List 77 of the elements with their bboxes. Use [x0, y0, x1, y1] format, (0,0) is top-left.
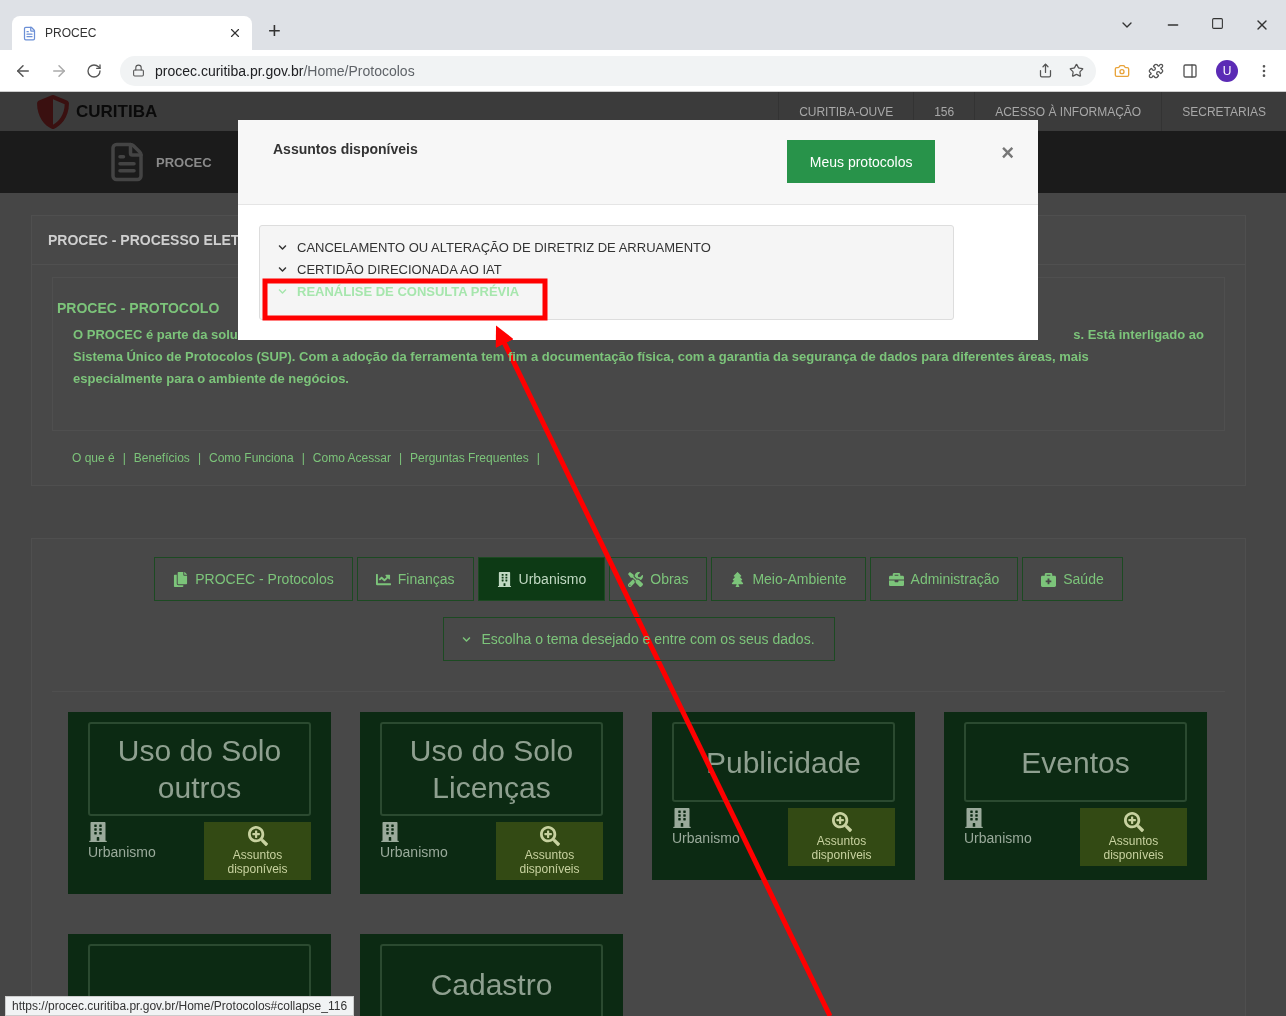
intro-text: especialmente para o ambiente de negócios.	[73, 371, 349, 386]
modal-title: Assuntos disponíveis	[273, 141, 418, 157]
card-title: Uso do Solo Licenças	[380, 722, 603, 816]
star-icon[interactable]	[1069, 63, 1084, 78]
intro-heading: PROCEC - PROTOCOLO	[57, 300, 221, 316]
intro-text: O PROCEC é parte da solu	[73, 326, 238, 344]
maximize-icon[interactable]	[1211, 17, 1224, 30]
side-panel-icon[interactable]	[1182, 62, 1198, 79]
subjects-button[interactable]: Assuntos disponíveis	[496, 822, 603, 880]
reload-icon[interactable]	[86, 62, 102, 79]
link-separator: |	[398, 451, 402, 465]
category-tab[interactable]: Obras	[609, 557, 708, 601]
new-tab-button[interactable]: +	[260, 18, 289, 44]
tools-icon	[628, 571, 644, 587]
extensions-icon[interactable]	[1148, 62, 1164, 79]
briefcase-icon	[888, 571, 904, 587]
subject-item[interactable]: CERTIDÃO DIRECIONADA AO IAT	[278, 262, 935, 277]
building-icon	[672, 808, 692, 828]
info-link[interactable]: Como Funciona	[209, 451, 294, 465]
card-category: Urbanismo	[88, 844, 156, 860]
link-separator: |	[536, 451, 540, 465]
building-icon	[88, 822, 108, 842]
zoom-in-icon	[1123, 812, 1144, 832]
link-separator: |	[197, 451, 201, 465]
category-tab[interactable]: Meio-Ambiente	[711, 557, 866, 601]
card-category: Urbanismo	[672, 830, 740, 846]
building-icon	[964, 808, 984, 828]
info-link[interactable]: Perguntas Frequentes	[410, 451, 529, 465]
link-separator: |	[301, 451, 305, 465]
subjects-button[interactable]: Assuntos disponíveis	[1080, 808, 1187, 866]
building-icon	[496, 571, 512, 587]
chevron-down-icon	[278, 287, 287, 296]
info-link[interactable]: Benefícios	[133, 451, 190, 465]
info-link[interactable]: O que é	[72, 451, 115, 465]
my-protocols-button[interactable]: Meus protocolos	[787, 140, 936, 183]
category-tab[interactable]: Administração	[869, 557, 1019, 601]
zoom-in-icon	[831, 812, 852, 832]
page-icon	[22, 25, 37, 41]
card-category: Urbanismo	[964, 830, 1032, 846]
coat-of-arms-icon	[36, 94, 70, 129]
intro-text: s. Está interligado ao	[1073, 326, 1204, 344]
zoom-in-icon	[539, 826, 560, 846]
browser-tab[interactable]: PROCEC	[12, 16, 252, 50]
info-link[interactable]: Como Acessar	[312, 451, 391, 465]
link-separator: |	[122, 451, 126, 465]
url-path: /Home/Protocolos	[303, 62, 415, 79]
category-tab[interactable]: PROCEC - Protocolos	[154, 557, 353, 601]
tab-title: PROCEC	[45, 26, 98, 40]
category-tab[interactable]: Finanças	[356, 557, 474, 601]
status-url: https://procec.curitiba.pr.gov.br/Home/Protocolos#collapse_116	[5, 996, 355, 1016]
url-host: procec.curitiba.pr.gov.br	[155, 62, 304, 79]
medical-icon	[1041, 571, 1057, 587]
category-tab[interactable]: Urbanismo	[477, 557, 606, 601]
card-title: Eventos	[964, 722, 1187, 802]
close-icon[interactable]	[228, 26, 242, 40]
building-icon	[380, 822, 400, 842]
subject-item[interactable]: CANCELAMENTO OU ALTERAÇÃO DE DIRETRIZ DE ARRUAMENTO	[278, 240, 935, 255]
tree-icon	[730, 571, 746, 587]
card-title: Publicidade	[672, 722, 895, 802]
files-icon	[173, 571, 189, 587]
share-icon[interactable]	[1038, 63, 1053, 78]
card-title: Cadastro	[380, 944, 603, 1016]
category-tab[interactable]: Saúde	[1022, 557, 1123, 601]
subjects-button[interactable]: Assuntos disponíveis	[204, 822, 311, 880]
chevron-down-icon	[462, 634, 472, 644]
lock-icon	[132, 64, 145, 77]
chevron-down-icon	[278, 265, 287, 274]
logo-text: PROCEC	[156, 154, 212, 170]
card-title: Uso do Solo outros	[88, 722, 311, 816]
profile-avatar[interactable]: U	[1216, 59, 1238, 82]
card-category: Urbanismo	[380, 844, 448, 860]
address-bar[interactable]: procec.curitiba.pr.gov.br/Home/Protocolos	[120, 55, 1096, 86]
close-button[interactable]: ×	[997, 140, 1018, 166]
subjects-button[interactable]: Assuntos disponíveis	[788, 808, 895, 866]
chevron-down-icon	[278, 243, 287, 252]
zoom-in-icon	[247, 826, 268, 846]
chart-icon	[375, 571, 391, 587]
